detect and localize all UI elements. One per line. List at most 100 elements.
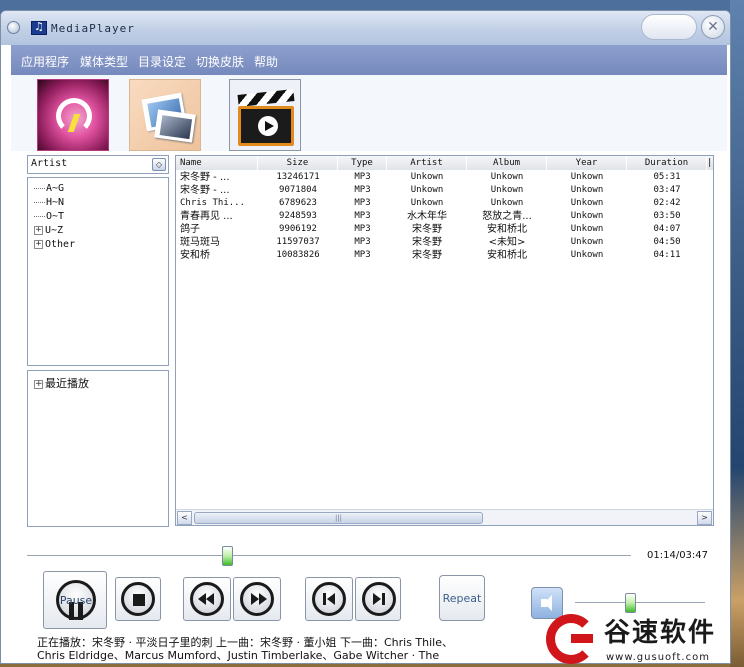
now-playing-text: 正在播放：宋冬野 · 平淡日子里的刺 上一曲：宋冬野 · 董小姐 下一曲：Chr… — [37, 636, 453, 663]
artist-icon[interactable] — [37, 79, 109, 151]
album-icon[interactable] — [129, 79, 201, 151]
cell-artist: 宋冬野 — [412, 224, 442, 235]
table-row[interactable]: Chris Thi... 6789623 MP3 Unkown Unkown Unkown… — [176, 197, 713, 210]
next-bar — [382, 593, 385, 605]
tree-item-recent[interactable]: + 最近播放 — [34, 375, 89, 391]
table-row[interactable]: 宋冬野 - ... 9071804 MP3 Unkown Unkown Unkown 03:… — [176, 184, 713, 197]
menu-item-skin[interactable]: 切换皮肤 — [196, 53, 244, 70]
cell-year: Unkown — [570, 250, 604, 260]
desktop-background-right — [730, 0, 744, 667]
prev-bar — [323, 593, 326, 605]
cell-year: Unkown — [570, 198, 604, 208]
cell-album: 安和桥北 — [487, 250, 527, 261]
photo-shape-2 — [154, 109, 196, 143]
expand-icon[interactable]: + — [34, 239, 43, 249]
cell-name: 宋冬野 - ... — [180, 185, 230, 196]
column-header-type[interactable]: Type — [338, 156, 387, 170]
menu-item-help[interactable]: 帮助 — [254, 53, 278, 70]
time-display: 01:14/03:47 — [647, 550, 709, 561]
column-header-artist[interactable]: Artist — [387, 156, 467, 170]
menu-item-app[interactable]: 应用程序 — [21, 53, 69, 70]
tree-connector — [34, 187, 45, 189]
next-triangle — [373, 593, 381, 605]
cell-duration: 04:07 — [653, 224, 681, 234]
table-header: Name Size Type Artist Album Year Duratio… — [176, 156, 713, 170]
cell-name: Chris Thi... — [180, 198, 246, 208]
previous-track-icon — [312, 582, 346, 616]
toolbar — [11, 75, 727, 151]
cell-artist: 宋冬野 — [412, 250, 442, 261]
title-bar[interactable]: MediaPlayer ✕ — [1, 11, 730, 45]
cell-artist: Unkown — [410, 172, 444, 182]
rewind-button[interactable] — [183, 577, 231, 621]
cell-type: MP3 — [354, 211, 371, 221]
filter-selected: Artist — [31, 158, 68, 169]
cell-name: 安和桥 — [180, 250, 210, 261]
stop-button[interactable] — [115, 577, 161, 621]
cell-album: 安和桥北 — [487, 224, 527, 235]
tree-item[interactable]: A~G — [34, 183, 64, 194]
window-menu-icon[interactable] — [7, 21, 20, 34]
recent-tree: + 最近播放 — [27, 370, 169, 527]
table-row[interactable]: 鸽子 9906192 MP3 宋冬野 安和桥北 Unkown 04:07 — [176, 223, 713, 236]
scroll-right-icon[interactable]: > — [697, 511, 712, 525]
close-button[interactable]: ✕ — [701, 15, 725, 39]
tree-item[interactable]: O~T — [34, 211, 64, 222]
cell-duration: 04:11 — [653, 250, 681, 260]
artist-tree: A~G H~N O~T + U~Z + Other — [27, 177, 169, 366]
expand-icon[interactable]: + — [34, 379, 43, 389]
menu-item-media-type[interactable]: 媒体类型 — [80, 53, 128, 70]
table-row[interactable]: 安和桥 10083826 MP3 宋冬野 安和桥北 Unkown 04:11 — [176, 249, 713, 262]
column-header-duration[interactable]: Duration — [627, 156, 707, 170]
tree-item-label: O~T — [46, 211, 65, 222]
cell-album: Unkown — [490, 185, 524, 195]
cell-size: 10083826 — [276, 250, 320, 260]
scroll-thumb[interactable]: ||| — [194, 512, 483, 524]
minimize-button[interactable] — [641, 14, 697, 40]
column-header-name[interactable]: Name — [176, 156, 258, 170]
rewind-triangle — [206, 593, 214, 605]
watermark: 谷速软件 www.gusuoft.com — [540, 606, 744, 667]
repeat-button[interactable]: Repeat — [439, 575, 485, 621]
video-icon[interactable] — [229, 79, 301, 151]
cell-artist: 水木年华 — [407, 211, 447, 222]
volume-track — [575, 602, 705, 604]
prev-triangle — [327, 593, 335, 605]
seek-track — [27, 555, 631, 557]
column-header-album[interactable]: Album — [467, 156, 547, 170]
tree-item-label: H~N — [46, 197, 65, 208]
column-header-extra[interactable]: | — [707, 156, 713, 170]
tree-item[interactable]: H~N — [34, 197, 64, 208]
fast-forward-button[interactable] — [233, 577, 281, 621]
previous-track-button[interactable] — [305, 577, 353, 621]
table-row[interactable]: 斑马斑马 11597037 MP3 宋冬野 <未知> Unkown 04:50 — [176, 236, 713, 249]
cell-duration: 04:50 — [653, 237, 681, 247]
table-row[interactable]: 宋冬野 - ... 13246171 MP3 Unkown Unkown Unkown 05… — [176, 171, 713, 184]
cell-type: MP3 — [354, 172, 371, 182]
column-header-size[interactable]: Size — [258, 156, 338, 170]
tree-connector — [34, 201, 45, 203]
scroll-left-icon[interactable]: < — [177, 511, 192, 525]
seek-thumb[interactable] — [222, 546, 233, 566]
table-row[interactable]: 青春再见 ... 9248593 MP3 水木年华 怒放之青... Unkown 03:50 — [176, 210, 713, 223]
filter-dropdown[interactable]: Artist ◇ — [27, 155, 169, 174]
chevron-down-icon[interactable]: ◇ — [152, 158, 166, 171]
next-track-button[interactable] — [355, 577, 401, 621]
cell-duration: 02:42 — [653, 198, 681, 208]
cell-type: MP3 — [354, 185, 371, 195]
stop-square — [133, 594, 145, 606]
column-header-year[interactable]: Year — [547, 156, 627, 170]
pause-button[interactable]: Pause — [43, 571, 107, 629]
menu-item-directory[interactable]: 目录设定 — [138, 53, 186, 70]
tree-item[interactable]: + U~Z — [34, 225, 63, 236]
tree-connector — [34, 215, 45, 217]
cell-type: MP3 — [354, 237, 371, 247]
expand-icon[interactable]: + — [34, 225, 43, 235]
tree-item[interactable]: + Other — [34, 239, 75, 250]
cell-size: 11597037 — [276, 237, 320, 247]
cell-album: 怒放之青... — [482, 211, 532, 222]
cell-duration: 03:47 — [653, 185, 681, 195]
horizontal-scrollbar[interactable]: < ||| > — [176, 509, 713, 525]
seek-bar[interactable] — [27, 546, 631, 566]
window-title: MediaPlayer — [51, 22, 135, 35]
